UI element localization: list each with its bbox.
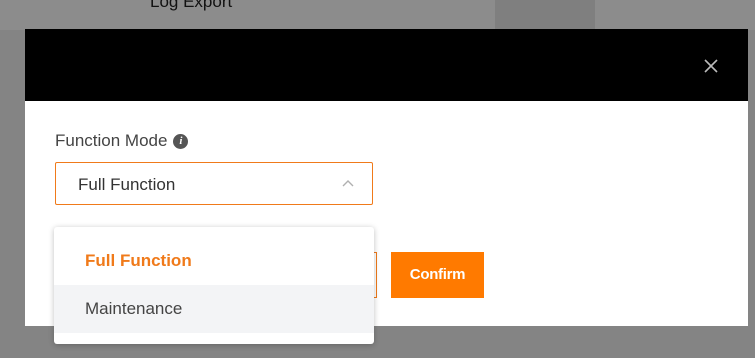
option-full-function[interactable]: Full Function — [54, 237, 374, 285]
info-icon[interactable]: i — [173, 133, 189, 149]
function-mode-label-text: Function Mode — [55, 131, 168, 150]
chevron-up-icon — [342, 180, 354, 187]
function-mode-select-value: Full Function — [78, 175, 176, 194]
function-mode-select[interactable]: Full Function — [55, 162, 373, 205]
option-maintenance[interactable]: Maintenance — [54, 285, 374, 333]
function-mode-label: Function Mode i — [55, 131, 189, 151]
close-icon[interactable] — [702, 57, 720, 75]
function-mode-dropdown: Full Function Maintenance — [54, 227, 374, 344]
confirm-button[interactable]: Confirm — [391, 252, 484, 298]
dialog-header — [25, 29, 748, 101]
